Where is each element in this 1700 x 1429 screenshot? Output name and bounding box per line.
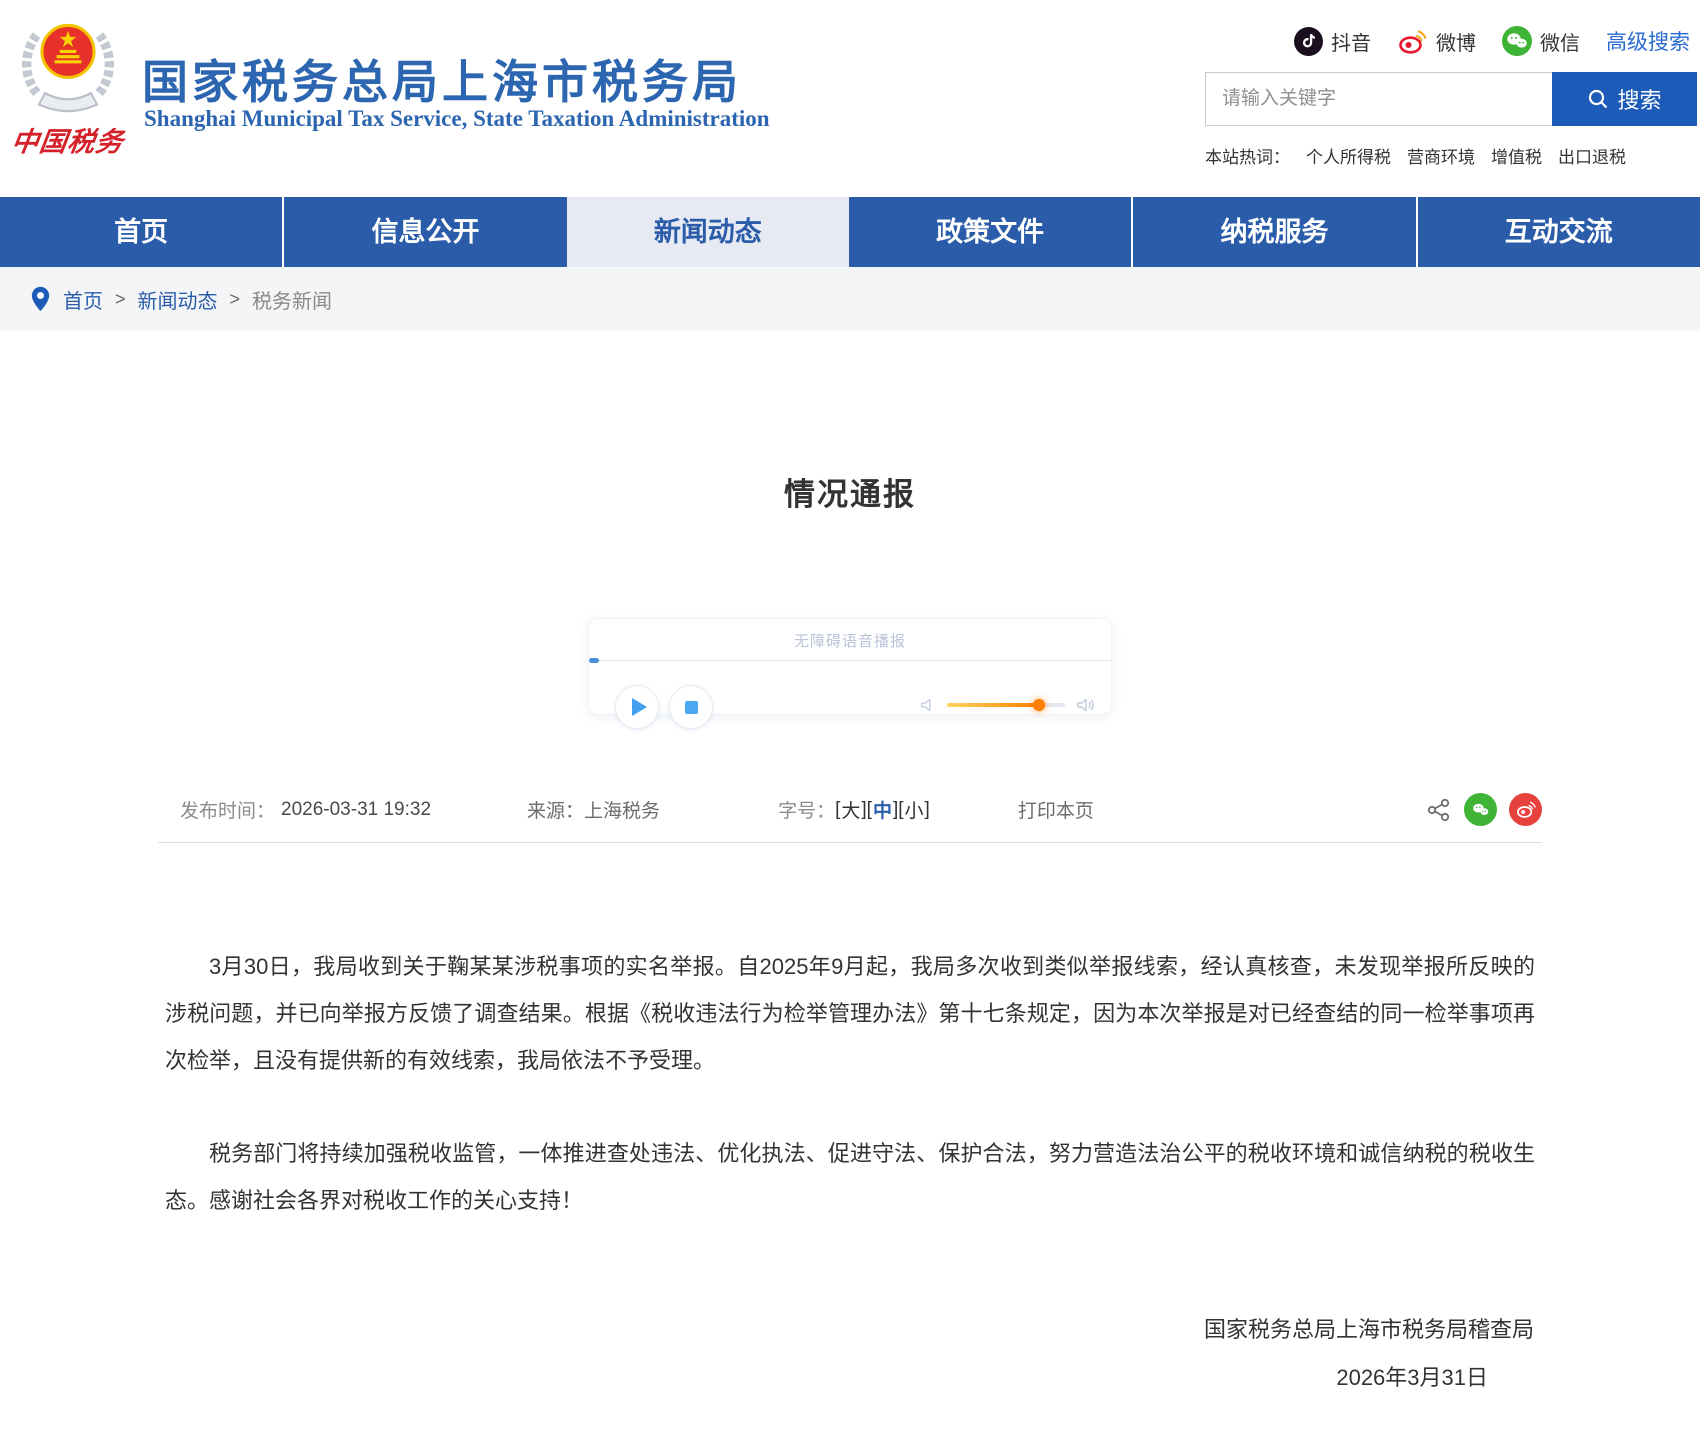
breadcrumb-news[interactable]: 新闻动态 xyxy=(138,285,218,314)
nav-item-news[interactable]: 新闻动态 xyxy=(566,197,849,267)
site-header: 中国税务 国家税务总局上海市税务局 Shanghai Municipal Tax… xyxy=(0,0,1700,197)
volume-control xyxy=(919,695,1097,715)
wechat-label: 微信 xyxy=(1540,32,1580,55)
article-body: 3月30日，我局收到关于鞠某某涉税事项的实名举报。自2025年9月起，我局多次收… xyxy=(165,843,1535,1224)
weibo-label: 微博 xyxy=(1436,32,1476,55)
search-input[interactable] xyxy=(1205,72,1552,126)
search-button-label: 搜索 xyxy=(1617,88,1662,113)
font-size-label: 字号： xyxy=(778,801,836,822)
hot-word-link[interactable]: 出口退税 xyxy=(1558,143,1626,168)
search-bar: 搜索 xyxy=(1205,72,1697,126)
article-signature: 国家税务总局上海市税务局稽查局 xyxy=(1203,1317,1534,1342)
tax-emblem-icon xyxy=(22,23,114,113)
douyin-link[interactable]: 抖音 xyxy=(1294,26,1371,56)
volume-high-icon[interactable] xyxy=(1075,695,1097,715)
nav-item-tax-services[interactable]: 纳税服务 xyxy=(1131,197,1416,267)
article: 情况通报 无障碍语音播报 发布时间： 2026-03-31 19:32 来源：上… xyxy=(0,469,1700,1392)
advanced-search-link[interactable]: 高级搜索 xyxy=(1606,26,1690,56)
audio-progress-accent xyxy=(589,658,599,663)
audio-player-caption: 无障碍语音播报 xyxy=(793,633,906,650)
print-page-button[interactable]: 打印本页 xyxy=(1018,796,1094,823)
stop-button[interactable] xyxy=(669,685,713,729)
site-subtitle: Shanghai Municipal Tax Service, State Ta… xyxy=(144,106,770,131)
weibo-icon xyxy=(1399,29,1427,54)
hot-word-link[interactable]: 增值税 xyxy=(1491,143,1542,168)
weibo-link[interactable]: 微博 xyxy=(1397,27,1476,56)
play-icon xyxy=(631,698,647,716)
article-meta: 发布时间： 2026-03-31 19:32 来源：上海税务 字号： [ 大 ]… xyxy=(158,793,1542,826)
site-title: 国家税务总局上海市税务局 xyxy=(142,56,742,108)
breadcrumb-home[interactable]: 首页 xyxy=(63,285,103,314)
breadcrumb-separator: > xyxy=(229,288,241,309)
hot-word-link[interactable]: 营商环境 xyxy=(1407,143,1475,168)
article-paragraph: 税务部门将持续加强税收监管，一体推进查处违法、优化执法、促进守法、保护合法，努力… xyxy=(165,1141,1535,1213)
social-links: 抖音 微博 微信 高级搜索 xyxy=(1294,26,1690,56)
stop-icon xyxy=(684,700,698,714)
volume-low-icon[interactable] xyxy=(919,696,937,714)
search-button[interactable]: 搜索 xyxy=(1552,72,1697,126)
logo-caption: 中国税务 xyxy=(9,127,126,157)
font-size-medium[interactable]: 中 xyxy=(873,796,892,823)
douyin-icon xyxy=(1294,26,1323,56)
weibo-share-icon xyxy=(1516,801,1536,818)
font-size-large[interactable]: 大 xyxy=(841,796,860,823)
article-paragraph: 3月30日，我局收到关于鞠某某涉税事项的实名举报。自2025年9月起，我局多次收… xyxy=(165,954,1535,1073)
font-size-control: 字号： [ 大 ] [ 中 ] [ 小 ] xyxy=(778,796,930,823)
font-size-small[interactable]: 小 xyxy=(905,796,924,823)
main-nav: 首页 信息公开 新闻动态 政策文件 纳税服务 互动交流 xyxy=(0,197,1700,267)
share-icons xyxy=(1426,793,1542,826)
hot-word-link[interactable]: 个人所得税 xyxy=(1306,143,1391,168)
wechat-link[interactable]: 微信 xyxy=(1502,26,1580,56)
source-label: 来源：上海税务 xyxy=(527,801,661,822)
breadcrumb-current: 税务新闻 xyxy=(252,290,333,313)
douyin-label: 抖音 xyxy=(1331,32,1371,55)
search-icon xyxy=(1589,89,1608,109)
audio-player-divider xyxy=(589,658,1111,663)
share-wechat-button[interactable] xyxy=(1464,793,1497,826)
share-icon[interactable] xyxy=(1426,797,1452,823)
article-date: 2026年3月31日 xyxy=(1336,1365,1488,1390)
nav-item-home[interactable]: 首页 xyxy=(0,197,283,267)
volume-slider[interactable] xyxy=(947,699,1065,711)
article-title: 情况通报 xyxy=(784,477,916,512)
location-pin-icon xyxy=(31,286,50,312)
hot-words-label: 本站热词： xyxy=(1205,148,1290,167)
nav-item-policy-docs[interactable]: 政策文件 xyxy=(848,197,1132,267)
hot-words-row: 本站热词： 个人所得税 营商环境 增值税 出口退税 xyxy=(1205,143,1697,168)
breadcrumb-separator: > xyxy=(115,288,126,309)
publish-time-value: 2026-03-31 19:32 xyxy=(281,798,432,820)
source-value: 上海税务 xyxy=(584,801,661,822)
audio-player: 无障碍语音播报 xyxy=(588,618,1112,729)
share-weibo-button[interactable] xyxy=(1509,793,1542,826)
nav-item-info-disclosure[interactable]: 信息公开 xyxy=(282,197,567,267)
breadcrumb: 首页 > 新闻动态 > 税务新闻 xyxy=(0,267,1700,331)
publish-time-label: 发布时间： xyxy=(180,801,276,822)
site-logo: 中国税务 xyxy=(8,14,128,159)
volume-slider-fill xyxy=(947,703,1040,707)
play-button[interactable] xyxy=(615,685,659,729)
wechat-icon xyxy=(1502,26,1532,56)
wechat-share-icon xyxy=(1473,803,1489,815)
nav-item-interaction[interactable]: 互动交流 xyxy=(1415,197,1700,267)
volume-slider-thumb[interactable] xyxy=(1033,699,1046,711)
